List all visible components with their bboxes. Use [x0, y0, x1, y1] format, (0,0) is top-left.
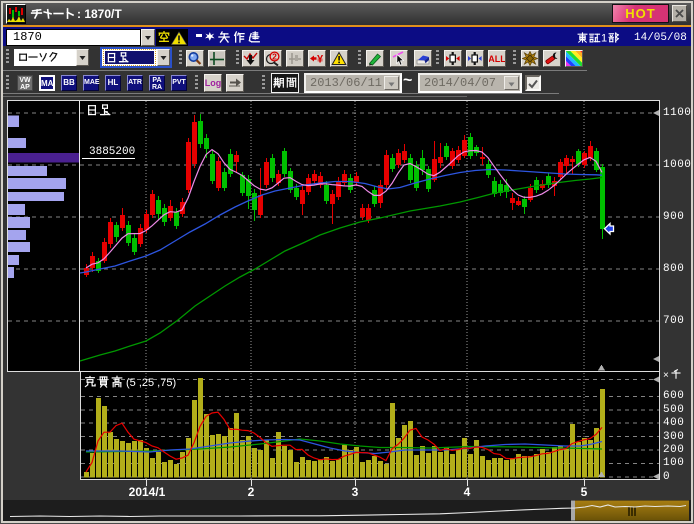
svg-text:¥: ¥	[317, 54, 324, 66]
svg-text:2: 2	[272, 52, 277, 62]
svg-text:(5 ,25 ,75): (5 ,25 ,75)	[126, 377, 176, 389]
svg-text:Log: Log	[205, 78, 221, 88]
svg-text:×: ×	[663, 370, 669, 381]
svg-text:ALL: ALL	[489, 54, 505, 64]
svg-text:: 1870/T: : 1870/T	[77, 7, 122, 21]
svg-text:1: 1	[601, 33, 607, 45]
